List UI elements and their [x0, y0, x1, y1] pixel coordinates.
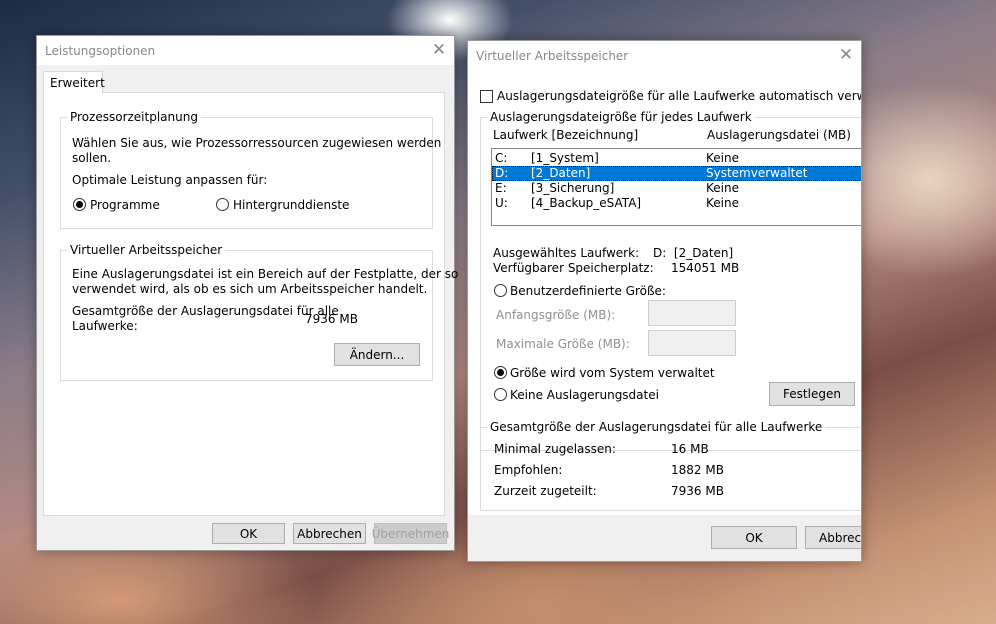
change-button[interactable]: Ändern... [334, 343, 420, 366]
close-icon[interactable]: ✕ [835, 44, 857, 66]
content-area: Auslagerungsdateigröße für alle Laufwerk… [468, 70, 861, 515]
apply-button[interactable]: Übernehmen [371, 523, 450, 544]
drive-letter: E: [495, 181, 507, 195]
drive-paging-file: Systemverwaltet [706, 166, 808, 180]
virtual-memory-window: Virtueller Arbeitsspeicher ✕ Auslagerung… [467, 40, 862, 562]
apply-button-label: Übernehmen [371, 526, 450, 541]
description-line-2: sollen. [72, 151, 112, 165]
drive-paging-file: Keine [706, 181, 739, 195]
group-title: Virtueller Arbeitsspeicher [67, 243, 226, 257]
total-size-group: Gesamtgröße der Auslagerungsdatei für al… [480, 420, 861, 511]
per-drive-group: Auslagerungsdateigröße für jedes Laufwer… [480, 110, 861, 451]
title-bar[interactable]: Leistungsoptionen ✕ [37, 36, 454, 65]
drive-letter: D: [495, 166, 509, 180]
set-button-label: Festlegen [783, 387, 841, 401]
list-item[interactable]: C: [1_System] Keine [492, 151, 861, 166]
cancel-button[interactable]: Abbrechen [293, 523, 366, 544]
drive-label: [4_Backup_eSATA] [531, 196, 642, 210]
tab-erweitert[interactable]: Erweitert [43, 71, 105, 93]
free-space-value: 154051 MB [671, 261, 740, 275]
processor-scheduling-group: Prozessorzeitplanung Wählen Sie aus, wie… [60, 110, 441, 229]
currently-allocated-value: 7936 MB [671, 484, 724, 498]
total-size-value: 7936 MB [305, 312, 358, 326]
ok-button[interactable]: OK [711, 526, 797, 549]
programs-radio[interactable] [73, 198, 86, 211]
ok-button-label: OK [745, 530, 763, 545]
custom-size-label[interactable]: Benutzerdefinierte Größe: [510, 284, 666, 298]
max-size-label: Maximale Größe (MB): [496, 337, 630, 351]
drive-label: [2_Daten] [531, 166, 591, 180]
tab-page: Prozessorzeitplanung Wählen Sie aus, wie… [43, 92, 458, 516]
close-icon[interactable]: ✕ [428, 39, 450, 61]
auto-manage-label[interactable]: Auslagerungsdateigröße für alle Laufwerk… [497, 89, 861, 103]
drive-label: [3_Sicherung] [531, 181, 615, 195]
custom-size-radio[interactable] [494, 284, 507, 297]
title-bar[interactable]: Virtueller Arbeitsspeicher ✕ [468, 41, 861, 70]
recommended-value: 1882 MB [671, 463, 724, 477]
total-size-label-2: Laufwerke: [72, 319, 138, 333]
list-item[interactable]: U: [4_Backup_eSATA] Keine [492, 196, 861, 211]
no-paging-file-radio[interactable] [494, 388, 507, 401]
description-line-2: verwendet wird, als ob es sich um Arbeit… [72, 282, 428, 296]
no-paging-file-label[interactable]: Keine Auslagerungsdatei [510, 388, 659, 402]
background-services-radio[interactable] [216, 198, 229, 211]
group-title: Auslagerungsdateigröße für jedes Laufwer… [487, 110, 755, 124]
ok-button[interactable]: OK [212, 523, 285, 544]
currently-allocated-label: Zurzeit zugeteilt: [494, 484, 597, 498]
drive-letter: U: [495, 196, 508, 210]
drive-paging-file: Keine [706, 151, 739, 165]
description-line-1: Eine Auslagerungsdatei ist ein Bereich a… [72, 267, 459, 281]
description-line-1: Wählen Sie aus, wie Prozessorressourcen … [72, 136, 442, 150]
group-title: Prozessorzeitplanung [67, 110, 201, 124]
optimize-label: Optimale Leistung anpassen für: [72, 173, 268, 187]
drive-label: [1_System] [531, 151, 599, 165]
tab-label: Erweitert [50, 76, 105, 90]
recommended-label: Empfohlen: [494, 463, 563, 477]
cancel-button-label: Abbrechen [297, 526, 362, 541]
cancel-button-label: Abbrech [819, 530, 862, 545]
auto-manage-checkbox[interactable] [480, 90, 493, 103]
selected-drive-value: D: [2_Daten] [653, 246, 734, 260]
initial-size-label: Anfangsgröße (MB): [496, 308, 616, 322]
ok-button-label: OK [239, 526, 258, 541]
drive-list[interactable]: C: [1_System] Keine D: [2_Daten] Systemv… [491, 148, 861, 226]
performance-options-window: Leistungsoptionen ✕ Erweitert Prozessorz… [36, 35, 458, 551]
column-header-drive: Laufwerk [Bezeichnung] [493, 128, 639, 142]
drive-letter: C: [495, 151, 508, 165]
system-managed-radio[interactable] [494, 366, 507, 379]
min-allowed-value: 16 MB [671, 442, 709, 456]
max-size-input[interactable] [648, 330, 736, 356]
window-title: Virtueller Arbeitsspeicher [476, 49, 629, 63]
total-size-label-1: Gesamtgröße der Auslagerungsdatei für al… [72, 304, 339, 318]
initial-size-input[interactable] [648, 300, 736, 326]
change-button-label: Ändern... [349, 347, 405, 362]
list-item[interactable]: E: [3_Sicherung] Keine [492, 181, 861, 196]
column-header-paging-file: Auslagerungsdatei (MB) [707, 128, 851, 142]
virtual-memory-group: Virtueller Arbeitsspeicher Eine Auslager… [60, 243, 458, 381]
group-title: Gesamtgröße der Auslagerungsdatei für al… [487, 420, 826, 434]
background-services-label[interactable]: Hintergrunddienste [233, 198, 349, 212]
set-button[interactable]: Festlegen [769, 382, 855, 406]
min-allowed-label: Minimal zugelassen: [494, 442, 616, 456]
window-title: Leistungsoptionen [45, 44, 156, 58]
list-item[interactable]: D: [2_Daten] Systemverwaltet [492, 166, 861, 181]
free-space-label: Verfügbarer Speicherplatz: [493, 261, 654, 275]
system-managed-label[interactable]: Größe wird vom System verwaltet [510, 366, 715, 380]
drive-paging-file: Keine [706, 196, 739, 210]
cancel-button[interactable]: Abbrech [805, 526, 862, 549]
selected-drive-label: Ausgewähltes Laufwerk: [493, 246, 640, 260]
programs-label[interactable]: Programme [90, 198, 160, 212]
